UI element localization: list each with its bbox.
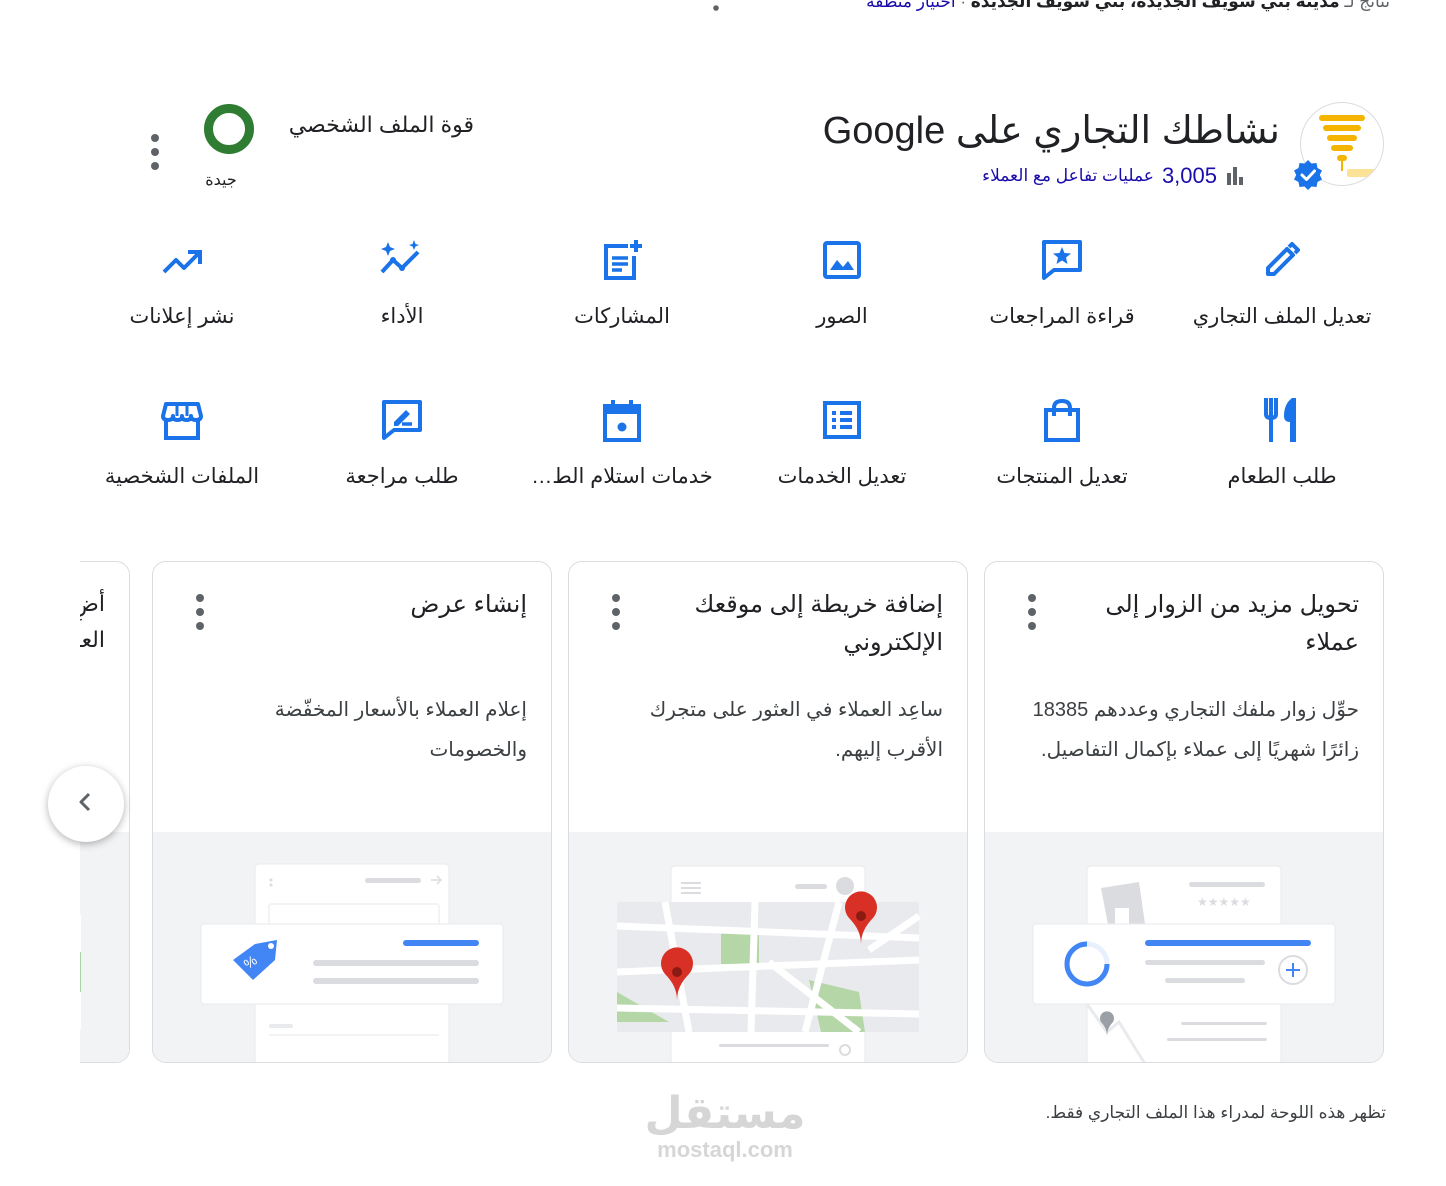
pencil-icon [1258,236,1306,284]
results-city: مدينة بني سويف الجديدة، بني سويف الجديدة [970,0,1340,11]
action-photos[interactable]: الصور [732,236,952,346]
results-separator: · [960,0,967,11]
card-title: تحويل مزيد من الزوار إلى عملاء [1105,591,1359,656]
action-read-reviews[interactable]: قراءة المراجعات [952,236,1172,346]
card-description: حوِّل زوار ملفك التجاري وعددهم 18385 زائ… [1032,699,1359,761]
card-menu-icon[interactable] [185,592,215,632]
rate-review-icon [378,396,426,444]
card-title: إنشاء عرض [410,591,527,618]
action-label: تعديل المنتجات [996,465,1128,488]
watermark-latin: mostaql.com [657,1137,793,1162]
shopping-bag-icon [1038,396,1086,444]
business-panel-title: نشاطك التجاري على Google [822,110,1280,152]
carousel-prev-button[interactable] [48,766,124,842]
interactions-count: 3,005 [1161,163,1217,188]
action-pickup-services[interactable]: خدمات استلام الط… [512,396,732,506]
svg-text:★★★★★: ★★★★★ [1197,895,1251,909]
action-label: خدمات استلام الط… [531,465,713,488]
choose-area-link[interactable]: اختيار منطقة [866,0,956,11]
action-profiles[interactable]: الملفات الشخصية [72,396,292,506]
action-label: نشر إعلانات [129,305,235,328]
performance-sparkle-icon [378,236,426,284]
profile-strength-ring-icon [204,104,254,154]
action-edit-products[interactable]: تعديل المنتجات [952,396,1172,506]
bar-chart-icon [1225,163,1245,190]
action-label: قراءة المراجعات [989,305,1135,328]
card-description: ساعِد العملاء في العثور على متجرك الأقرب… [649,699,943,761]
top-menu-icon[interactable] [706,0,726,20]
card-menu-icon[interactable] [601,592,631,632]
card-create-offer[interactable]: إنشاء عرض إعلام العملاء بالأسعار المخفّض… [152,561,552,1063]
watermark-arabic: مستقل [644,1089,806,1138]
action-advertise[interactable]: نشر إعلانات [72,236,292,346]
action-label: المشاركات [574,305,670,328]
action-request-review[interactable]: طلب مراجعة [292,396,512,506]
results-prefix: نتائج لـ [1344,0,1390,11]
interactions-link[interactable]: 3,005 عمليات تفاعل مع العملاء [900,160,1245,192]
results-location-line: نتائج لـ مدينة بني سويف الجديدة، بني سوي… [700,0,1390,18]
fork-knife-icon [1258,396,1306,444]
storefront-icon [158,396,206,444]
review-star-icon [1038,236,1086,284]
card-menu-icon[interactable] [1017,592,1047,632]
action-label: طلب الطعام [1227,465,1337,488]
watermark: مستقل mostaql.com [630,1090,820,1170]
partial-card-illustration [80,832,129,1062]
action-label: تعديل الخدمات [777,465,907,488]
offer-illustration: % [153,832,551,1062]
footer-note: تظهر هذه اللوحة لمدراء هذا الملف التجاري… [1045,1103,1386,1122]
card-title: إضافة خريطة إلى موقعك الإلكتروني [694,591,943,656]
verified-badge-icon [1293,160,1323,190]
action-posts[interactable]: المشاركات [512,236,732,346]
calendar-icon [598,396,646,444]
action-label: الصور [816,305,868,328]
chevron-left-icon [74,790,98,819]
action-order-food[interactable]: طلب الطعام [1172,396,1392,506]
profile-strength-value: جيدة [205,172,237,189]
interactions-label: عمليات تفاعل مع العملاء [982,166,1154,185]
post-add-icon [598,236,646,284]
action-label: طلب مراجعة [345,465,459,488]
card-description: إعلام العملاء بالأسعار المخفّضة والخصوما… [274,699,527,761]
trending-up-icon [158,236,206,284]
profile-strength-label: قوة الملف الشخصي [288,112,474,137]
card-convert-visitors[interactable]: تحويل مزيد من الزوار إلى عملاء حوِّل زوا… [984,561,1384,1063]
action-edit-profile[interactable]: تعديل الملف التجاري [1172,236,1392,346]
more-options-icon[interactable] [140,132,170,172]
action-label: الملفات الشخصية [104,465,260,488]
card-add-map[interactable]: إضافة خريطة إلى موقعك الإلكتروني ساعِد ا… [568,561,968,1063]
action-label: الأداء [380,305,424,328]
action-performance[interactable]: الأداء [292,236,512,346]
photo-icon [818,236,866,284]
map-illustration [569,832,967,1062]
action-label: تعديل الملف التجاري [1192,305,1372,328]
profile-completion-illustration: ★★★★★ [985,832,1383,1062]
action-edit-services[interactable]: تعديل الخدمات [732,396,952,506]
partial-card-text: أضِ الر الا اعر العم [80,591,105,652]
list-icon [818,396,866,444]
